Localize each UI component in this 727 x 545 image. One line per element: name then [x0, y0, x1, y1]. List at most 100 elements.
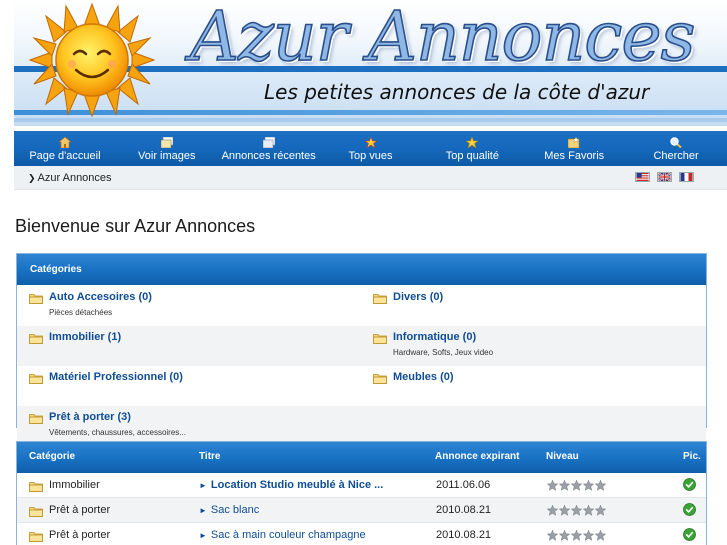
listing-expiry: 2010.08.21 — [436, 504, 492, 516]
folder-icon — [373, 294, 387, 304]
search-icon — [670, 137, 682, 148]
listing-rating — [547, 530, 606, 541]
folder-icon — [29, 374, 43, 384]
category-description: Pièces détachées — [49, 308, 113, 317]
folder-icon — [29, 507, 43, 517]
top-views-icon — [364, 137, 377, 148]
listing-expiry: 2011.06.06 — [436, 479, 491, 491]
check-circle-icon — [683, 503, 696, 516]
category-name[interactable]: Divers (0) — [393, 291, 443, 303]
main-nav: Page d'accueil Voir images Annonces réce… — [14, 131, 727, 166]
rating-star-icon — [559, 530, 570, 541]
nav-label: Chercher — [653, 150, 699, 162]
nav-home[interactable]: Page d'accueil — [14, 131, 116, 166]
rating-star-icon — [583, 480, 594, 491]
language-flags — [635, 172, 694, 182]
check-circle-icon — [683, 478, 696, 491]
recent-icon — [262, 137, 275, 148]
category-name[interactable]: Auto Accesoires (0) — [49, 291, 152, 303]
folder-icon — [29, 294, 43, 304]
listing-title: Sac à main couleur champagne — [210, 529, 366, 541]
nav-search[interactable]: Chercher — [625, 131, 727, 166]
nav-top-quality[interactable]: Top qualité — [421, 131, 523, 166]
site-subtitle: Les petites annonces de la côte d'azur — [264, 80, 650, 104]
listing-title: Sac blanc — [210, 504, 260, 516]
listings-rows: Immobilier ► Location Studio meublé à Nice… — [17, 473, 706, 545]
nav-images[interactable]: Voir images — [116, 131, 218, 166]
listing-expiry: 2010.08.21 — [436, 529, 492, 541]
category-row: Matériel Professionnel (0) Meubles (0) — [17, 366, 706, 406]
star-icon — [466, 137, 479, 148]
rating-star-icon — [559, 505, 570, 516]
categories-grid: Auto Accesoires (0) Pièces détachées Diver… — [17, 286, 706, 446]
nav-label: Top vues — [348, 150, 393, 162]
page-title: Bienvenue sur Azur Annonces — [15, 216, 256, 236]
category-name[interactable]: Informatique (0) — [393, 331, 476, 343]
folder-icon — [29, 414, 43, 424]
banner-stripe — [14, 118, 727, 122]
flag-fr-icon[interactable] — [679, 172, 694, 182]
listing-category: Prêt à porter — [49, 529, 111, 541]
listing-category: Prêt à porter — [49, 504, 111, 516]
col-expiry[interactable]: Annonce expirant — [435, 451, 519, 462]
rating-star-icon — [559, 480, 570, 491]
rating-star-icon — [547, 505, 558, 516]
category-name[interactable]: Meubles (0) — [393, 371, 454, 383]
rating-star-icon — [595, 480, 606, 491]
categories-header: Catégories — [17, 254, 706, 285]
favorites-icon — [568, 137, 580, 148]
rating-star-icon — [583, 530, 594, 541]
nav-label: Voir images — [138, 150, 196, 162]
table-row: Prêt à porter ► Sac blanc 2010.08.21 — [17, 498, 706, 523]
rating-star-icon — [571, 530, 582, 541]
category-description: Hardware, Softs, Jeux video — [393, 348, 494, 357]
table-row: Prêt à porter ► Sac à main couleur champag… — [17, 523, 706, 545]
listing-title-link[interactable]: ► Sac à main couleur champagne — [199, 529, 366, 541]
nav-top-views[interactable]: Top vues — [320, 131, 422, 166]
listing-rating — [547, 480, 606, 491]
category-row: Auto Accesoires (0) Pièces détachées Diver… — [17, 286, 706, 326]
site-banner: Azur Annonces Les petites annonces de la… — [14, 0, 727, 126]
categories-panel: Catégories Auto Accesoires (0) Pièces dét… — [16, 253, 707, 446]
nav-recent[interactable]: Annonces récentes — [218, 131, 320, 166]
nav-favorites[interactable]: Mes Favoris — [523, 131, 625, 166]
home-icon — [58, 137, 71, 148]
col-title[interactable]: Titre — [199, 451, 221, 462]
nav-label: Top qualité — [445, 150, 499, 162]
listings-header: Catégorie Titre Annonce expirant Niveau … — [17, 442, 706, 473]
breadcrumb[interactable]: ❯ Azur Annonces — [28, 172, 112, 184]
chevron-right-icon: ► — [199, 506, 207, 515]
folder-icon — [373, 374, 387, 384]
site-title: Azur Annonces — [189, 0, 696, 78]
category-row: Prêt à porter (3) Vêtements, chaussures, … — [17, 406, 706, 446]
check-circle-icon — [683, 528, 696, 541]
category-row: Immobilier (1) Informatique (0) Hardware, … — [17, 326, 706, 366]
nav-label: Page d'accueil — [29, 150, 101, 162]
chevron-right-icon: ► — [199, 481, 207, 490]
category-name[interactable]: Matériel Professionnel (0) — [49, 371, 183, 383]
col-category[interactable]: Catégorie — [29, 451, 75, 462]
flag-uk-icon[interactable] — [657, 172, 672, 182]
category-name[interactable]: Immobilier (1) — [49, 331, 121, 343]
listing-title-link[interactable]: ► Sac blanc — [199, 504, 259, 516]
listing-title-link[interactable]: ► Location Studio meublé à Nice ... — [199, 479, 383, 491]
rating-star-icon — [571, 480, 582, 491]
listings-table: Catégorie Titre Annonce expirant Niveau … — [16, 441, 707, 545]
flag-us-icon[interactable] — [635, 172, 650, 182]
folder-icon — [29, 334, 43, 344]
sun-logo-icon — [28, 2, 156, 118]
breadcrumb-bar: ❯ Azur Annonces — [14, 166, 727, 190]
rating-star-icon — [595, 505, 606, 516]
rating-star-icon — [547, 530, 558, 541]
nav-label: Annonces récentes — [221, 150, 316, 162]
images-icon — [160, 137, 173, 148]
table-row: Immobilier ► Location Studio meublé à Nice… — [17, 473, 706, 498]
nav-label: Mes Favoris — [544, 150, 605, 162]
col-level[interactable]: Niveau — [546, 451, 579, 462]
category-description: Vêtements, chaussures, accessoires... — [49, 428, 186, 437]
rating-star-icon — [571, 505, 582, 516]
chevron-right-icon: ► — [199, 531, 207, 540]
col-pic[interactable]: Pic. — [683, 451, 701, 462]
category-name[interactable]: Prêt à porter (3) — [49, 411, 131, 423]
listing-title: Location Studio meublé à Nice ... — [210, 479, 384, 491]
